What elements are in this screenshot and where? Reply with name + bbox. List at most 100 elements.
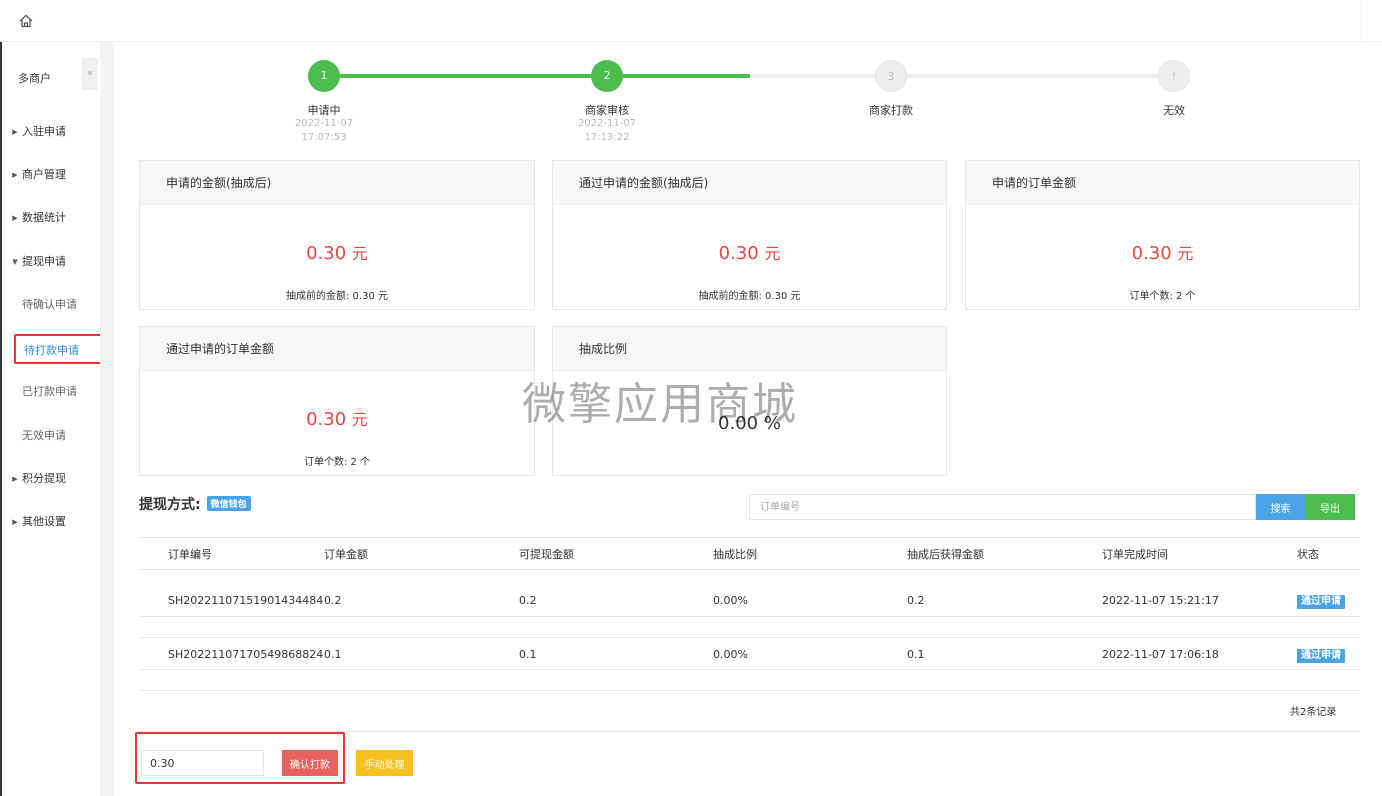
total-records: 共2条记录 [1290, 707, 1337, 718]
column-header: 订单编号 [168, 548, 212, 561]
caret-right-icon: ▶ [12, 475, 18, 483]
card-value: 0.00 % [718, 413, 781, 434]
step-2-circle: 2 [591, 60, 623, 92]
sidebar-item-label: 商户管理 [22, 168, 66, 181]
step-4-circle: ! [1158, 60, 1190, 92]
divider [139, 690, 1360, 691]
table-row: SH20221107151901434484 0.2 0.2 0.00% 0.2… [139, 584, 1360, 617]
sidebar-item-label: 数据统计 [22, 211, 66, 224]
card-applied-amount: 申请的金额(抽成后) 0.30 元 抽成前的金额: 0.30 元 [139, 160, 535, 310]
card-subtext: 订单个数: 2 个 [1129, 291, 1196, 302]
column-header: 订单完成时间 [1102, 548, 1168, 561]
net-amount-cell: 0.1 [907, 648, 925, 661]
sidebar-item-other-settings[interactable]: ▶ 其他设置 [2, 507, 100, 537]
manual-process-button[interactable]: 手动处理 [356, 750, 413, 776]
table-row: SH20221107170549868824 0.1 0.1 0.00% 0.1… [139, 637, 1360, 670]
sidebar-item-apply[interactable]: ▶ 入驻申请 [2, 117, 100, 147]
withdraw-method-badge: 微信钱包 [206, 496, 251, 511]
card-value: 0.30 元 [306, 243, 368, 264]
sidebar-item-label: 其他设置 [22, 515, 66, 528]
caret-right-icon: ▶ [12, 518, 18, 526]
collapse-sidebar-button[interactable]: « [82, 58, 98, 90]
commission-rate-cell: 0.00% [713, 594, 748, 607]
top-bar [0, 0, 1382, 42]
step-3-label: 商家打款 [869, 104, 913, 117]
card-title: 抽成比例 [553, 327, 946, 371]
card-subtext: 抽成前的金额: 0.30 元 [286, 291, 388, 302]
progress-steps: 1 申请中 2022-11-07 17:07:53 2 商家审核 2022-11… [114, 42, 1382, 152]
card-approved-amount: 通过申请的金额(抽成后) 0.30 元 抽成前的金额: 0.30 元 [552, 160, 947, 310]
status-cell: 通过申请 [1297, 638, 1345, 671]
sidebar-subitem-paid[interactable]: 已打款申请 [2, 377, 100, 407]
card-subtext: 订单个数: 2 个 [303, 457, 371, 468]
step-2-time: 17:13:22 [584, 132, 630, 143]
step-1-label: 申请中 [307, 104, 341, 117]
step-2-label: 商家审核 [585, 104, 629, 117]
net-amount-cell: 0.2 [907, 594, 925, 607]
status-cell: 通过申请 [1297, 584, 1345, 617]
sidebar-subitem-pending-payment[interactable]: 待打款申请 [14, 334, 104, 364]
card-title: 申请的订单金额 [966, 161, 1359, 205]
search-button[interactable]: 搜索 [1256, 494, 1305, 520]
column-header: 状态 [1297, 548, 1319, 561]
withdrawable-amount-cell: 0.1 [519, 648, 537, 661]
caret-down-icon: ▼ [12, 258, 18, 266]
sidebar-item-points-withdraw[interactable]: ▶ 积分提现 [2, 464, 100, 494]
card-commission-rate: 抽成比例 0.00 % [552, 326, 947, 476]
confirm-payment-button[interactable]: 确认打款 [282, 750, 338, 776]
withdrawable-amount-cell: 0.2 [519, 594, 537, 607]
withdraw-method: 提现方式: 微信钱包 [139, 494, 251, 514]
card-title: 通过申请的订单金额 [140, 327, 534, 371]
caret-right-icon: ▶ [12, 214, 18, 222]
sidebar-subitem-invalid[interactable]: 无效申请 [2, 421, 100, 451]
commission-rate-cell: 0.00% [713, 648, 748, 661]
order-amount-cell: 0.1 [324, 648, 342, 661]
card-value: 0.30 元 [718, 243, 781, 264]
step-connector [750, 74, 1174, 78]
sidebar: 多商户 « ▶ 入驻申请 ▶ 商户管理 ▶ 数据统计 ▼ 提现申请 待确认申请 待打款申… [2, 42, 104, 796]
column-header: 可提现金额 [519, 548, 574, 561]
card-title: 申请的金额(抽成后) [140, 161, 534, 205]
sidebar-item-withdraw[interactable]: ▼ 提现申请 [2, 247, 100, 277]
content-gutter [100, 42, 114, 796]
card-title: 通过申请的金额(抽成后) [553, 161, 946, 205]
card-value: 0.30 元 [1131, 243, 1194, 264]
withdraw-method-label: 提现方式: [139, 497, 201, 513]
completed-time-cell: 2022-11-07 15:21:17 [1102, 594, 1219, 607]
sidebar-item-label: 提现申请 [22, 255, 66, 268]
column-header: 抽成后获得金额 [907, 548, 984, 561]
export-button[interactable]: 导出 [1305, 494, 1355, 520]
table-header-row: 订单编号 订单金额 可提现金额 抽成比例 抽成后获得金额 订单完成时间 状态 [139, 537, 1360, 570]
sidebar-item-merchant[interactable]: ▶ 商户管理 [2, 160, 100, 190]
step-connector [330, 74, 610, 78]
home-icon[interactable] [18, 13, 34, 29]
completed-time-cell: 2022-11-07 17:06:18 [1102, 648, 1219, 661]
divider [1361, 0, 1362, 42]
status-badge: 通过申请 [1297, 595, 1345, 609]
step-1-circle: 1 [308, 60, 340, 92]
caret-right-icon: ▶ [12, 171, 18, 179]
card-value: 0.30 元 [306, 409, 368, 430]
card-subtext: 抽成前的金额: 0.30 元 [698, 291, 801, 302]
step-connector [610, 74, 750, 78]
sidebar-subitem-pending-confirm[interactable]: 待确认申请 [2, 290, 100, 320]
step-1-date: 2022-11-07 [294, 118, 354, 129]
order-amount-cell: 0.2 [324, 594, 342, 607]
caret-right-icon: ▶ [12, 128, 18, 136]
step-3-circle: 3 [875, 60, 907, 92]
status-badge: 通过申请 [1297, 649, 1345, 663]
sidebar-item-label: 入驻申请 [22, 125, 66, 138]
step-1-time: 17:07:53 [301, 132, 347, 143]
sidebar-title: 多商户 [18, 72, 51, 85]
sidebar-item-stats[interactable]: ▶ 数据统计 [2, 203, 100, 233]
step-4-label: 无效 [1163, 104, 1185, 117]
payment-amount-input[interactable] [141, 750, 264, 776]
order-number-cell: SH20221107170549868824 [168, 648, 324, 661]
column-header: 抽成比例 [713, 548, 757, 561]
column-header: 订单金额 [324, 548, 368, 561]
order-number-search-input[interactable] [749, 494, 1256, 520]
order-number-cell: SH20221107151901434484 [168, 594, 324, 607]
card-approved-order-amount: 通过申请的订单金额 0.30 元 订单个数: 2 个 [139, 326, 535, 476]
card-order-amount: 申请的订单金额 0.30 元 订单个数: 2 个 [965, 160, 1360, 310]
sidebar-item-label: 积分提现 [22, 472, 66, 485]
